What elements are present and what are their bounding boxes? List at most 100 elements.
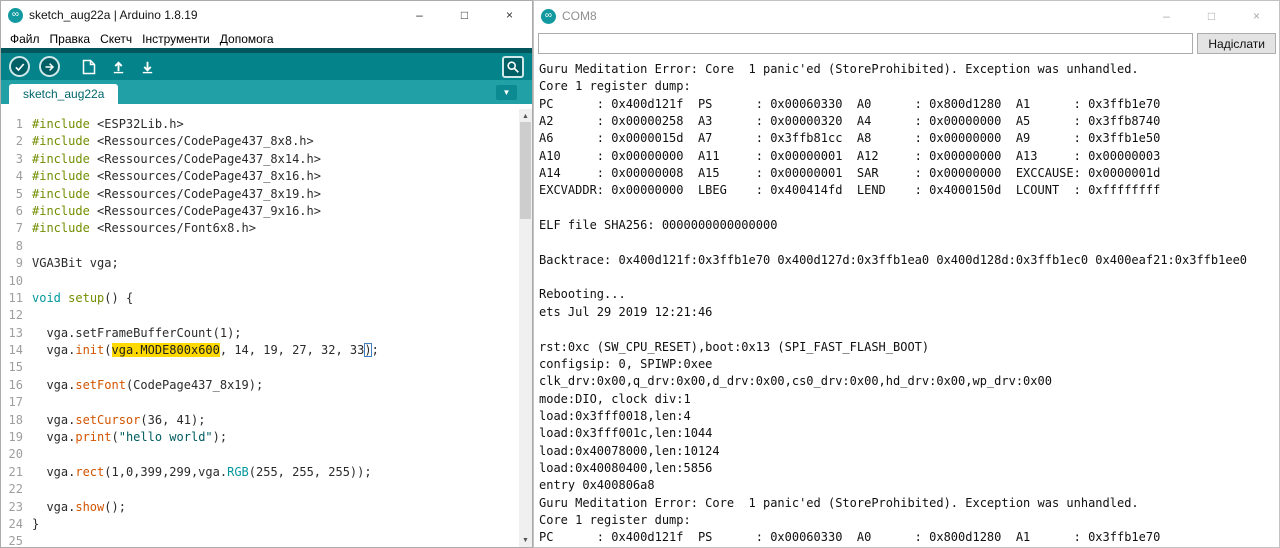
code-line: 13 vga.setFrameBufferCount(1); — [1, 325, 532, 342]
editor-scrollbar[interactable]: ▲ ▼ — [519, 109, 532, 547]
scroll-thumb[interactable] — [520, 122, 531, 219]
toolbar — [1, 48, 532, 80]
menu-item-5[interactable]: Допомога — [215, 32, 279, 46]
line-number: 19 — [8, 430, 23, 445]
minimize-button[interactable]: – — [397, 1, 442, 29]
code-line: 18 vga.setCursor(36, 41); — [1, 412, 532, 429]
code-line: 1 #include <ESP32Lib.h> — [1, 116, 532, 133]
code-line: 2 #include <Ressources/CodePage437_8x8.h> — [1, 133, 532, 150]
line-number: 16 — [8, 377, 23, 392]
line-number: 3 — [15, 151, 23, 166]
maximize-button[interactable]: □ — [1189, 1, 1234, 31]
upload-button[interactable] — [39, 56, 60, 77]
menu-item-2[interactable]: Правка — [45, 32, 96, 46]
line-number: 13 — [8, 325, 23, 340]
ide-window-title: sketch_aug22a | Arduino 1.8.19 — [29, 8, 198, 22]
line-number: 14 — [8, 343, 23, 358]
line-number: 1 — [15, 117, 23, 131]
arrow-right-icon — [45, 62, 54, 71]
arduino-app-icon: ∞ — [541, 8, 556, 24]
open-button[interactable] — [108, 57, 128, 77]
code-line: 14 vga.init(vga.MODE800x600, 14, 19, 27,… — [1, 342, 532, 359]
serial-titlebar: ∞ COM8 – □ × — [534, 1, 1279, 31]
line-number: 24 — [8, 516, 23, 531]
code-line: 4 #include <Ressources/CodePage437_8x16.h… — [1, 168, 532, 185]
line-number: 8 — [15, 238, 23, 253]
document-icon — [82, 59, 96, 74]
serial-window-title: COM8 — [562, 9, 597, 23]
code-line: 10 — [1, 273, 532, 290]
code-line: 24} — [1, 516, 532, 533]
tab-bar: sketch_aug22a ▼ — [1, 80, 532, 104]
check-icon — [14, 62, 24, 71]
line-number: 22 — [8, 482, 23, 497]
line-number: 4 — [15, 169, 23, 184]
line-number: 17 — [8, 395, 23, 410]
menu-bar: Файл Правка Скетч Інструменти Допомога — [1, 29, 532, 48]
line-number: 11 — [8, 290, 23, 305]
scroll-up-arrow[interactable]: ▲ — [519, 109, 532, 123]
verify-button[interactable] — [9, 56, 30, 77]
code-area: 1 #include <ESP32Lib.h> 2 #include <Ressour… — [1, 109, 532, 547]
minimize-button[interactable]: – — [1144, 1, 1189, 31]
maximize-button[interactable]: □ — [442, 1, 487, 29]
menu-item-3[interactable]: Скетч — [95, 32, 137, 46]
magnifier-icon — [507, 60, 519, 73]
code-line: 12 — [1, 307, 532, 324]
code-line: 23 vga.show(); — [1, 499, 532, 516]
code-line: 5 #include <Ressources/CodePage437_8x19.h… — [1, 186, 532, 203]
line-number: 18 — [8, 412, 23, 427]
line-number: 15 — [8, 360, 23, 375]
code-line: 19 vga.print("hello world"); — [1, 429, 532, 446]
code-line: 22 — [1, 481, 532, 498]
code-line: 3 #include <Ressources/CodePage437_8x14.h… — [1, 151, 532, 168]
code-line: 7 #include <Ressources/Font6x8.h> — [1, 220, 532, 237]
line-number: 7 — [15, 221, 23, 236]
line-number: 9 — [15, 256, 23, 271]
line-number: 25 — [8, 534, 23, 547]
line-number: 23 — [8, 499, 23, 514]
code-line: 6 #include <Ressources/CodePage437_9x16.h… — [1, 203, 532, 220]
send-button[interactable]: Надіслати — [1197, 33, 1276, 54]
line-number: 12 — [8, 308, 23, 323]
code-line: 21 vga.rect(1,0,399,299,vga.RGB(255, 255… — [1, 464, 532, 481]
serial-monitor-button[interactable] — [502, 55, 524, 78]
new-sketch-button[interactable] — [79, 57, 99, 77]
line-number: 20 — [8, 447, 23, 462]
arrow-down-icon — [142, 61, 152, 74]
tab-menu-button[interactable]: ▼ — [496, 85, 517, 100]
menu-item-4[interactable]: Інструменти — [137, 32, 215, 46]
arduino-ide-window: ∞ sketch_aug22a | Arduino 1.8.19 – □ × Ф… — [0, 0, 533, 548]
line-number: 21 — [8, 464, 23, 479]
code-line: 25 — [1, 533, 532, 547]
arrow-up-icon — [113, 61, 123, 74]
line-number: 5 — [15, 186, 23, 201]
serial-output[interactable]: Guru Meditation Error: Core 1 panic'ed (… — [534, 57, 1279, 545]
close-button[interactable]: × — [487, 1, 532, 29]
serial-input[interactable] — [538, 33, 1194, 54]
ide-titlebar: ∞ sketch_aug22a | Arduino 1.8.19 – □ × — [1, 1, 532, 29]
code-line: 20 — [1, 446, 532, 463]
serial-send-row: Надіслати — [534, 31, 1279, 57]
line-number: 2 — [15, 134, 23, 149]
arduino-app-icon: ∞ — [8, 7, 23, 23]
code-editor[interactable]: 1 #include <ESP32Lib.h> 2 #include <Ressour… — [1, 109, 532, 547]
close-button[interactable]: × — [1234, 1, 1279, 31]
code-line: 15 — [1, 359, 532, 376]
serial-monitor-window: ∞ COM8 – □ × Надіслати Guru Meditation E… — [533, 0, 1280, 548]
screen: ∞ sketch_aug22a | Arduino 1.8.19 – □ × Ф… — [0, 0, 1280, 548]
tab-sketch-aug22a[interactable]: sketch_aug22a — [9, 84, 119, 104]
ide-window-controls: – □ × — [397, 1, 532, 29]
chevron-down-icon: ▼ — [502, 87, 511, 97]
code-line: 16 vga.setFont(CodePage437_8x19); — [1, 377, 532, 394]
code-line: 17 — [1, 394, 532, 411]
save-button[interactable] — [137, 57, 157, 77]
line-number: 6 — [15, 203, 23, 218]
menu-item-1[interactable]: Файл — [5, 32, 45, 46]
code-line: 8 — [1, 238, 532, 255]
code-line: 9 VGA3Bit vga; — [1, 255, 532, 272]
code-line: 11 void setup() { — [1, 290, 532, 307]
scroll-down-arrow[interactable]: ▼ — [519, 533, 532, 547]
line-number: 10 — [8, 273, 23, 288]
serial-window-controls: – □ × — [1144, 1, 1279, 31]
